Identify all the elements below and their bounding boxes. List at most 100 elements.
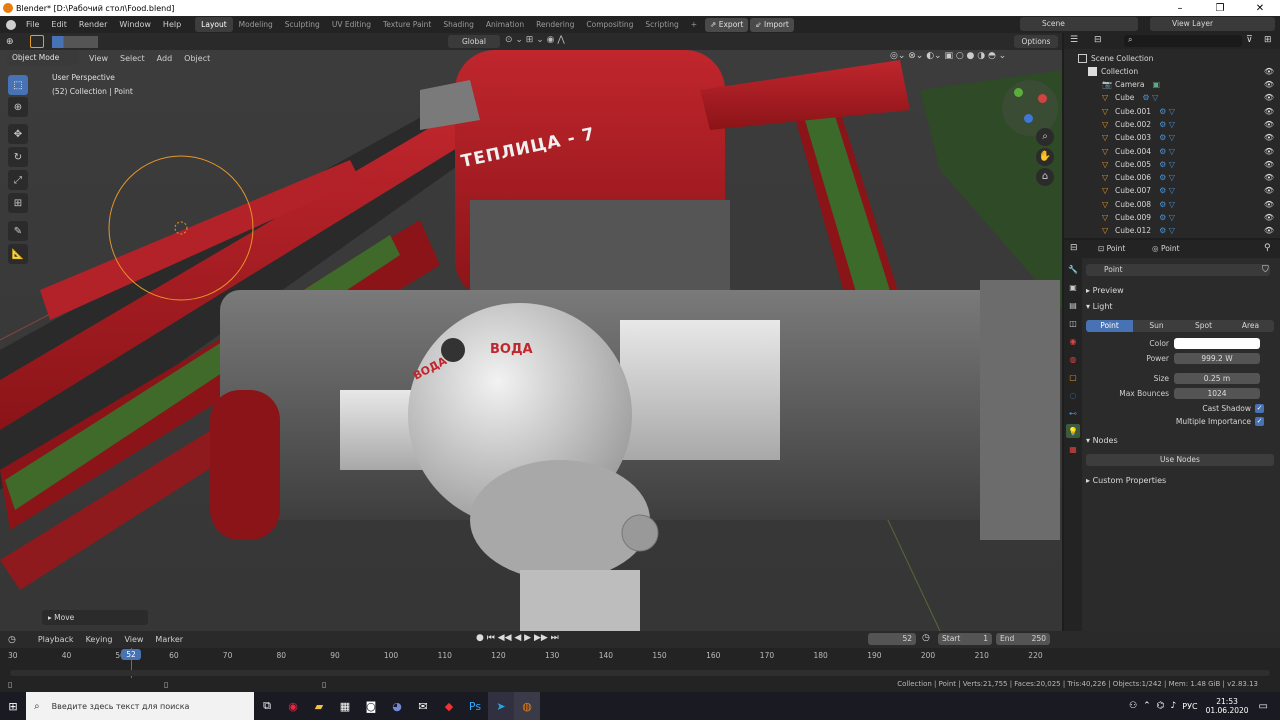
outliner-item[interactable]: ▽ Cube.006 ⚙ ▽ 👁 bbox=[1064, 171, 1280, 184]
outliner-item[interactable]: ▽ Cube.003 ⚙ ▽ 👁 bbox=[1064, 131, 1280, 144]
view-layer-selector[interactable]: View Layer bbox=[1150, 17, 1275, 31]
navigation-gizmo[interactable] bbox=[1002, 80, 1058, 136]
size-field[interactable]: 0.25 m bbox=[1174, 372, 1260, 384]
file-explorer-icon[interactable]: ▰ bbox=[306, 692, 332, 720]
calculator-icon[interactable]: ▦ bbox=[332, 692, 358, 720]
timeline-editor-icon[interactable]: ◷ bbox=[8, 635, 16, 645]
tab-compositing[interactable]: Compositing bbox=[580, 17, 639, 32]
eye-icon[interactable]: 👁 bbox=[1264, 107, 1274, 116]
current-frame-field[interactable]: 52 bbox=[868, 633, 916, 645]
camera-view-icon[interactable]: ⌂ bbox=[1036, 168, 1054, 186]
timeline-scrollbar[interactable] bbox=[10, 670, 1270, 676]
outliner-search-input[interactable]: ⌕ bbox=[1124, 35, 1242, 47]
tab-sculpting[interactable]: Sculpting bbox=[279, 17, 326, 32]
notification-icon[interactable]: ▭ bbox=[1259, 701, 1268, 712]
rotate-tool-icon[interactable]: ↻ bbox=[8, 147, 28, 167]
z-axis-icon[interactable] bbox=[1024, 114, 1033, 123]
outliner-item[interactable]: ▽ Cube.001 ⚙ ▽ 👁 bbox=[1064, 105, 1280, 118]
collection-row[interactable]: Collection 👁 bbox=[1064, 65, 1280, 78]
tray-arrow-icon[interactable]: ⌃ bbox=[1143, 701, 1151, 711]
tool-tab-icon[interactable]: 🔧 bbox=[1066, 262, 1080, 276]
camera-data-icon[interactable]: ▣ bbox=[1152, 80, 1160, 89]
tab-rendering[interactable]: Rendering bbox=[530, 17, 580, 32]
chrome-icon[interactable]: ◉ bbox=[280, 692, 306, 720]
fake-user-icon[interactable]: ⛉ bbox=[1262, 265, 1269, 275]
menu-marker[interactable]: Marker bbox=[149, 635, 189, 644]
add-workspace-button[interactable]: + bbox=[685, 17, 703, 32]
menu-render[interactable]: Render bbox=[73, 20, 113, 29]
tab-animation[interactable]: Animation bbox=[480, 17, 530, 32]
light-type-area[interactable]: Area bbox=[1227, 320, 1274, 332]
network-icon[interactable]: ⌬ bbox=[1157, 701, 1165, 711]
multiple-importance-checkbox[interactable]: ✓ bbox=[1255, 416, 1264, 426]
eye-icon[interactable]: 👁 bbox=[1264, 120, 1274, 129]
taskbar-search-box[interactable]: ⌕ Введите здесь текст для поиска bbox=[26, 692, 254, 720]
modifier-icon[interactable]: ⚙ ▽ bbox=[1159, 213, 1175, 222]
menu-file[interactable]: File bbox=[20, 20, 45, 29]
move-tool-icon[interactable]: ✥ bbox=[8, 124, 28, 144]
outliner-item[interactable]: ▽ Cube.012 ⚙ ▽ 👁 bbox=[1064, 224, 1280, 237]
output-tab-icon[interactable]: ▤ bbox=[1066, 298, 1080, 312]
cursor-tool-icon[interactable]: ⊕ bbox=[8, 97, 28, 117]
photoshop-icon[interactable]: Ps bbox=[462, 692, 488, 720]
light-type-spot[interactable]: Spot bbox=[1180, 320, 1227, 332]
menu-edit[interactable]: Edit bbox=[45, 20, 73, 29]
select-tool-icon[interactable]: ⬚ bbox=[8, 75, 28, 95]
annotate-tool-icon[interactable]: ✎ bbox=[8, 221, 28, 241]
start-button-icon[interactable]: ⊞ bbox=[0, 692, 26, 720]
outliner-item[interactable]: ▽ Cube.007 ⚙ ▽ 👁 bbox=[1064, 184, 1280, 197]
world-tab-icon[interactable]: ◍ bbox=[1066, 352, 1080, 366]
light-panel[interactable]: ▾ Light bbox=[1086, 302, 1276, 311]
view-layer-tab-icon[interactable]: ◫ bbox=[1066, 316, 1080, 330]
outliner-item[interactable]: ▽ Cube.005 ⚙ ▽ 👁 bbox=[1064, 158, 1280, 171]
modifier-icon[interactable]: ⚙ ▽ bbox=[1159, 133, 1175, 142]
menu-add[interactable]: Add bbox=[151, 54, 179, 63]
modifier-icon[interactable]: ⚙ ▽ bbox=[1159, 226, 1175, 235]
modifier-icon[interactable]: ⚙ ▽ bbox=[1142, 93, 1158, 102]
blender-taskbar-icon[interactable]: ◍ bbox=[514, 692, 540, 720]
volume-icon[interactable]: ♪ bbox=[1171, 701, 1177, 711]
menu-object[interactable]: Object bbox=[178, 54, 216, 63]
tab-texture-paint[interactable]: Texture Paint bbox=[377, 17, 437, 32]
scale-tool-icon[interactable]: ⤢ bbox=[8, 170, 28, 190]
light-datablock-field[interactable]: Point bbox=[1086, 264, 1270, 276]
menu-view[interactable]: View bbox=[83, 54, 114, 63]
properties-editor-icon[interactable]: ⊟ bbox=[1070, 243, 1078, 253]
eye-icon[interactable]: 👁 bbox=[1264, 133, 1274, 142]
select-box-modes[interactable] bbox=[51, 35, 98, 48]
use-nodes-button[interactable]: Use Nodes bbox=[1086, 454, 1274, 466]
texture-tab-icon[interactable]: ▦ bbox=[1066, 442, 1080, 456]
transform-tool-icon[interactable]: ⊞ bbox=[8, 193, 28, 213]
x-axis-icon[interactable] bbox=[1038, 94, 1047, 103]
export-button[interactable]: ⇗ Export bbox=[705, 17, 749, 32]
zoom-icon[interactable]: ⌕ bbox=[1036, 128, 1054, 146]
y-axis-icon[interactable] bbox=[1014, 88, 1023, 97]
menu-window[interactable]: Window bbox=[113, 20, 157, 29]
tab-shading[interactable]: Shading bbox=[437, 17, 479, 32]
snapping-controls[interactable]: ⊙ ⌄ ⊞ ⌄ ◉ ⋀ bbox=[505, 35, 625, 48]
menu-help[interactable]: Help bbox=[157, 20, 187, 29]
start-frame-field[interactable]: Start 1 bbox=[938, 633, 992, 645]
modifier-icon[interactable]: ⚙ ▽ bbox=[1159, 107, 1175, 116]
eye-icon[interactable]: 👁 bbox=[1264, 80, 1274, 89]
clock[interactable]: 21:53 01.06.2020 bbox=[1206, 697, 1249, 715]
game-app-icon[interactable]: ◆ bbox=[436, 692, 462, 720]
outliner-item[interactable]: ▽ Cube.002 ⚙ ▽ 👁 bbox=[1064, 118, 1280, 131]
light-type-point[interactable]: Point bbox=[1086, 320, 1133, 332]
camera-app-icon[interactable]: ◙ bbox=[358, 692, 384, 720]
outliner-item[interactable]: ▽ Cube.008 ⚙ ▽ 👁 bbox=[1064, 198, 1280, 211]
eye-icon[interactable]: 👁 bbox=[1264, 226, 1274, 235]
scene-selector[interactable]: Scene bbox=[1020, 17, 1138, 31]
menu-timeline-view[interactable]: View bbox=[118, 635, 149, 644]
telegram-icon[interactable]: ➤ bbox=[488, 692, 514, 720]
eye-icon[interactable]: 👁 bbox=[1264, 200, 1274, 209]
eye-icon[interactable]: 👁 bbox=[1264, 160, 1274, 169]
outliner-item[interactable]: ▽ Cube ⚙ ▽ 👁 bbox=[1064, 91, 1280, 104]
playhead[interactable]: 52 bbox=[121, 649, 141, 660]
preview-panel[interactable]: ▸ Preview bbox=[1086, 286, 1276, 295]
eye-icon[interactable]: 👁 bbox=[1264, 147, 1274, 156]
pin-icon[interactable]: ⚲ bbox=[1264, 243, 1271, 253]
eye-icon[interactable]: 👁 bbox=[1264, 186, 1274, 195]
outliner-item[interactable]: ▽ Cube.004 ⚙ ▽ 👁 bbox=[1064, 145, 1280, 158]
eye-icon[interactable]: 👁 bbox=[1264, 93, 1274, 102]
